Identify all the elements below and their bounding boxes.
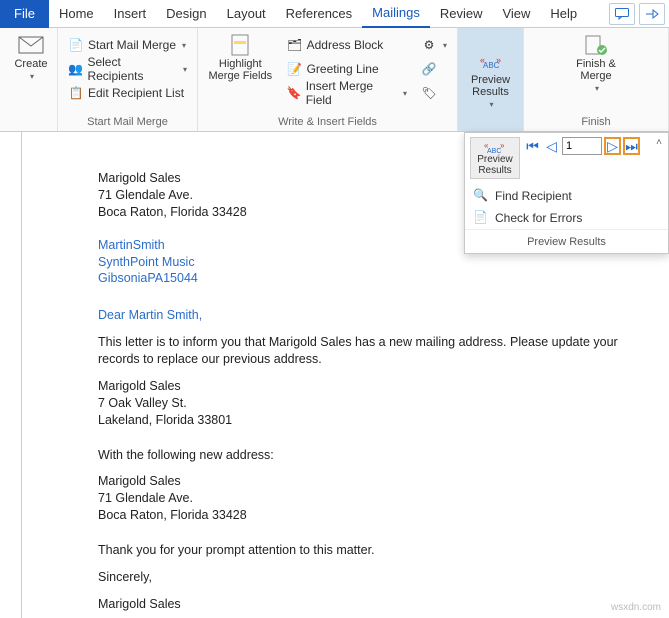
preview-results-mini[interactable]: «»ABC Preview Results bbox=[470, 137, 520, 179]
merge-company: SynthPoint Music bbox=[98, 254, 669, 271]
dropdown-footer: Preview Results bbox=[465, 229, 668, 253]
rules-icon: ⚙ bbox=[421, 37, 437, 53]
vertical-ruler bbox=[0, 132, 22, 618]
group-label-write: Write & Insert Fields bbox=[198, 116, 457, 128]
start-mail-merge-button[interactable]: 📄Start Mail Merge▾ bbox=[64, 34, 191, 56]
insert-merge-field-button[interactable]: 🔖Insert Merge Field▾ bbox=[283, 82, 411, 104]
prev-record-button[interactable]: ◁ bbox=[543, 137, 560, 155]
last-record-button[interactable]: ⏭ bbox=[623, 137, 640, 155]
highlight-merge-fields-button[interactable]: Highlight Merge Fields bbox=[204, 30, 277, 104]
list-icon: 📋 bbox=[68, 85, 84, 101]
file-tab[interactable]: File bbox=[0, 0, 49, 28]
group-write-insert: Highlight Merge Fields 🗂Address Block 📝G… bbox=[198, 28, 458, 131]
greeting-line-button[interactable]: 📝Greeting Line bbox=[283, 58, 411, 80]
tab-insert[interactable]: Insert bbox=[104, 0, 157, 28]
share-button[interactable] bbox=[639, 3, 665, 25]
greeting-line-text: Dear Martin Smith, bbox=[98, 307, 669, 324]
next-record-button[interactable]: ▷ bbox=[604, 137, 621, 155]
group-label-start: Start Mail Merge bbox=[58, 116, 197, 128]
finish-merge-button[interactable]: Finish & Merge ▾ bbox=[530, 30, 662, 97]
highlight-icon bbox=[227, 34, 253, 56]
first-record-button[interactable]: ⏮ bbox=[524, 137, 541, 155]
field-icon: 🔖 bbox=[287, 85, 302, 101]
update-labels-button[interactable]: 🏷 bbox=[417, 82, 451, 104]
tab-layout[interactable]: Layout bbox=[217, 0, 276, 28]
edit-recipient-list-button[interactable]: 📋Edit Recipient List bbox=[64, 82, 191, 104]
body-paragraph: This letter is to inform you that Marigo… bbox=[98, 334, 618, 368]
check-errors-button[interactable]: 📄Check for Errors bbox=[465, 207, 668, 229]
greeting-icon: 📝 bbox=[287, 61, 303, 77]
address-icon: 🗂 bbox=[287, 37, 303, 53]
create-label: Create bbox=[14, 58, 47, 70]
new-addr2: Boca Raton, Florida 33428 bbox=[98, 507, 669, 524]
group-create: Create ▾ bbox=[0, 28, 58, 131]
preview-results-button[interactable]: «»ABC Preview Results ▾ bbox=[458, 28, 523, 131]
record-navigation: ⏮ ◁ ▷ ⏭ bbox=[524, 137, 663, 155]
tab-mailings[interactable]: Mailings bbox=[362, 0, 430, 28]
prev-addr1: 7 Oak Valley St. bbox=[98, 395, 669, 412]
find-recipient-button[interactable]: 🔍Find Recipient bbox=[465, 185, 668, 207]
group-finish: Finish & Merge ▾ Finish bbox=[524, 28, 669, 131]
tab-help[interactable]: Help bbox=[540, 0, 587, 28]
ribbon: Create ▾ 📄Start Mail Merge▾ 👥Select Reci… bbox=[0, 28, 669, 132]
group-label-finish: Finish bbox=[524, 116, 668, 128]
svg-text:ABC: ABC bbox=[483, 61, 500, 69]
match-fields-button[interactable]: 🔗 bbox=[417, 58, 451, 80]
people-icon: 👥 bbox=[68, 61, 83, 77]
envelope-icon bbox=[18, 34, 44, 56]
tab-review[interactable]: Review bbox=[430, 0, 493, 28]
address-block-button[interactable]: 🗂Address Block bbox=[283, 34, 411, 56]
group-start-mail-merge: 📄Start Mail Merge▾ 👥Select Recipients▾ 📋… bbox=[58, 28, 198, 131]
select-recipients-button[interactable]: 👥Select Recipients▾ bbox=[64, 58, 191, 80]
tab-references[interactable]: References bbox=[276, 0, 362, 28]
collapse-icon[interactable]: ˄ bbox=[656, 137, 662, 148]
document-icon: 📄 bbox=[68, 37, 84, 53]
signature: Marigold Sales bbox=[98, 596, 669, 613]
comments-button[interactable] bbox=[609, 3, 635, 25]
search-icon: 🔍 bbox=[473, 188, 489, 204]
tab-home[interactable]: Home bbox=[49, 0, 104, 28]
finish-icon bbox=[583, 34, 609, 56]
group-preview: «»ABC Preview Results ▾ bbox=[458, 28, 524, 131]
sincerely: Sincerely, bbox=[98, 569, 669, 586]
merge-address: GibsoniaPA15044 bbox=[98, 270, 669, 287]
rules-button[interactable]: ⚙▾ bbox=[417, 34, 451, 56]
new-addr1: 71 Glendale Ave. bbox=[98, 490, 669, 507]
with-new: With the following new address: bbox=[98, 447, 669, 464]
watermark: wsxdn.com bbox=[611, 601, 661, 615]
prev-addr2: Lakeland, Florida 33801 bbox=[98, 412, 669, 429]
preview-icon: «»ABC bbox=[478, 50, 504, 72]
check-icon: 📄 bbox=[473, 210, 489, 226]
new-name: Marigold Sales bbox=[98, 473, 669, 490]
record-number-input[interactable] bbox=[562, 137, 602, 155]
match-icon: 🔗 bbox=[421, 61, 437, 77]
prev-name: Marigold Sales bbox=[98, 378, 669, 395]
preview-results-dropdown: ˄ «»ABC Preview Results ⏮ ◁ ▷ ⏭ 🔍Find Re… bbox=[464, 132, 669, 254]
chevron-down-icon: ▾ bbox=[30, 72, 34, 81]
tab-design[interactable]: Design bbox=[156, 0, 216, 28]
create-button[interactable]: Create ▾ bbox=[6, 30, 56, 85]
tab-bar: File Home Insert Design Layout Reference… bbox=[0, 0, 669, 28]
thanks: Thank you for your prompt attention to t… bbox=[98, 542, 669, 559]
update-icon: 🏷 bbox=[421, 85, 437, 101]
tab-view[interactable]: View bbox=[492, 0, 540, 28]
